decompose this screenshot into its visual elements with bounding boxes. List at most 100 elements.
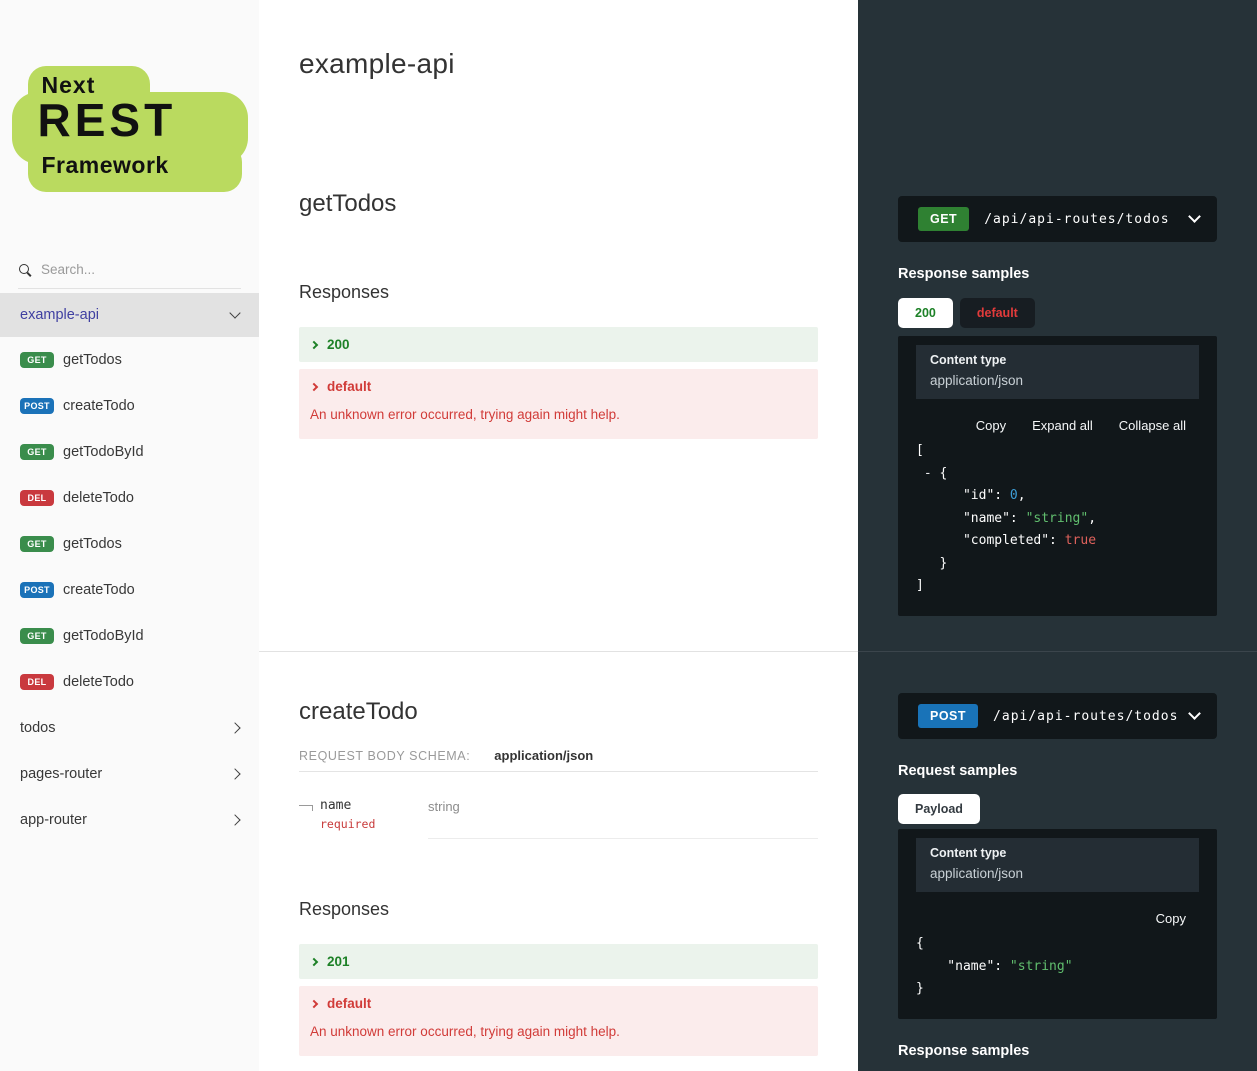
sidebar-item-label: getTodos (63, 536, 122, 552)
search-icon (18, 263, 32, 277)
response-code: default (327, 996, 371, 1011)
api-title: example-api (299, 0, 818, 80)
operation-createtodo-section: createTodo REQUEST BODY SCHEMA: applicat… (259, 652, 858, 1071)
response-code: default (327, 379, 371, 394)
get-endpoint-dropdown[interactable]: GET /api/api-routes/todos (898, 196, 1217, 242)
chevron-right-icon (310, 999, 318, 1007)
collapse-all-button[interactable]: Collapse all (1119, 418, 1186, 433)
http-method-pill: GET (918, 207, 969, 231)
response-samples-heading: Response samples (898, 1043, 1217, 1059)
search-input[interactable] (41, 262, 221, 277)
sidebar-item-label: createTodo (63, 582, 135, 598)
operation-gettodos-section: example-api getTodos Responses 200 defau… (259, 0, 858, 652)
http-method-badge: GET (20, 444, 54, 460)
json-sample-code: [ - { "id": 0, "name": "string", "comple… (916, 440, 1199, 598)
sidebar-item-deletetodo-2[interactable]: DEL deleteTodo (0, 659, 259, 705)
expand-all-button[interactable]: Expand all (1032, 418, 1093, 433)
sidebar-item-label: app-router (20, 812, 87, 828)
response-description: An unknown error occurred, trying again … (310, 407, 808, 422)
request-body-content-type: application/json (494, 748, 593, 763)
operation-title-gettodos: getTodos (299, 190, 818, 218)
get-samples-section: GET /api/api-routes/todos Response sampl… (858, 0, 1257, 652)
chevron-right-icon (310, 340, 318, 348)
content-type-label: Content type (930, 353, 1185, 367)
operation-title-createtodo: createTodo (299, 698, 818, 726)
main-content: example-api getTodos Responses 200 defau… (259, 0, 858, 1071)
responses-heading: Responses (299, 282, 818, 303)
sidebar: Next REST Framework example-api GET getT… (0, 0, 259, 1071)
chevron-down-icon (1188, 707, 1201, 720)
endpoint-path: /api/api-routes/todos (984, 212, 1169, 227)
http-method-badge: GET (20, 536, 54, 552)
sidebar-item-label: getTodos (63, 352, 122, 368)
response-row-200[interactable]: 200 (299, 327, 818, 362)
next-rest-framework-logo: Next REST Framework (12, 66, 248, 192)
chevron-right-icon (229, 768, 240, 779)
tab-default[interactable]: default (960, 298, 1035, 328)
chevron-right-icon (229, 722, 240, 733)
sidebar-item-label: getTodoById (63, 628, 144, 644)
request-body-schema-label: REQUEST BODY SCHEMA: (299, 749, 470, 763)
copy-button[interactable]: Copy (976, 418, 1006, 433)
sidebar-item-createtodo-1[interactable]: POST createTodo (0, 383, 259, 429)
http-method-badge: POST (20, 582, 54, 598)
tab-200[interactable]: 200 (898, 298, 953, 328)
sidebar-item-label: example-api (20, 307, 99, 323)
response-description: An unknown error occurred, trying again … (310, 1024, 808, 1039)
sidebar-item-pages-router[interactable]: pages-router (0, 751, 259, 797)
copy-button[interactable]: Copy (1156, 911, 1186, 926)
sidebar-nav: example-api GET getTodos POST createTodo… (0, 293, 259, 843)
chevron-right-icon (229, 814, 240, 825)
content-type-label: Content type (930, 846, 1185, 860)
content-type-value: application/json (930, 866, 1185, 881)
sidebar-item-label: deleteTodo (63, 490, 134, 506)
content-type-value: application/json (930, 373, 1185, 388)
sidebar-item-gettodobyid-1[interactable]: GET getTodoById (0, 429, 259, 475)
response-row-201[interactable]: 201 (299, 944, 818, 979)
sidebar-item-example-api[interactable]: example-api (0, 293, 259, 337)
sidebar-item-createtodo-2[interactable]: POST createTodo (0, 567, 259, 613)
http-method-badge: GET (20, 628, 54, 644)
content-type-select[interactable]: Content type application/json (916, 345, 1199, 399)
post-samples-section: POST /api/api-routes/todos Request sampl… (858, 652, 1257, 1071)
chevron-right-icon (310, 382, 318, 390)
code-actions: Copy (916, 911, 1199, 926)
chevron-down-icon (229, 307, 240, 318)
responses-heading: Responses (299, 899, 818, 920)
field-name: name (320, 798, 351, 813)
schema-field-row: name required string (299, 798, 818, 839)
http-method-badge: DEL (20, 674, 54, 690)
http-method-pill: POST (918, 704, 978, 728)
sidebar-item-gettodos-2[interactable]: GET getTodos (0, 521, 259, 567)
response-code: 200 (327, 337, 350, 352)
responses-list: 201 default An unknown error occurred, t… (299, 944, 818, 1056)
sidebar-item-label: pages-router (20, 766, 102, 782)
request-sample-code-panel: Content type application/json Copy { "na… (898, 829, 1217, 1019)
chevron-down-icon (1188, 210, 1201, 223)
samples-panel: GET /api/api-routes/todos Response sampl… (858, 0, 1257, 1071)
response-sample-code-panel: Content type application/json Copy Expan… (898, 336, 1217, 616)
response-row-default[interactable]: default An unknown error occurred, tryin… (299, 986, 818, 1056)
sidebar-item-label: getTodoById (63, 444, 144, 460)
responses-list: 200 default An unknown error occurred, t… (299, 327, 818, 439)
post-endpoint-dropdown[interactable]: POST /api/api-routes/todos (898, 693, 1217, 739)
sidebar-item-gettodos-1[interactable]: GET getTodos (0, 337, 259, 383)
sidebar-search[interactable] (18, 262, 241, 289)
request-body-schema-row: REQUEST BODY SCHEMA: application/json (299, 748, 818, 772)
response-sample-tabs: 200 default (898, 298, 1217, 328)
response-row-default[interactable]: default An unknown error occurred, tryin… (299, 369, 818, 439)
sidebar-item-label: todos (20, 720, 55, 736)
content-type-select[interactable]: Content type application/json (916, 838, 1199, 892)
sidebar-item-app-router[interactable]: app-router (0, 797, 259, 843)
field-tree-connector-icon (299, 805, 313, 812)
sidebar-item-gettodobyid-2[interactable]: GET getTodoById (0, 613, 259, 659)
http-method-badge: DEL (20, 490, 54, 506)
response-samples-heading: Response samples (898, 266, 1217, 282)
logo-text-framework: Framework (42, 154, 169, 177)
sidebar-item-todos[interactable]: todos (0, 705, 259, 751)
tab-payload[interactable]: Payload (898, 794, 980, 824)
code-actions: Copy Expand all Collapse all (916, 418, 1199, 433)
sidebar-item-deletetodo-1[interactable]: DEL deleteTodo (0, 475, 259, 521)
http-method-badge: POST (20, 398, 54, 414)
endpoint-path: /api/api-routes/todos (993, 709, 1178, 724)
